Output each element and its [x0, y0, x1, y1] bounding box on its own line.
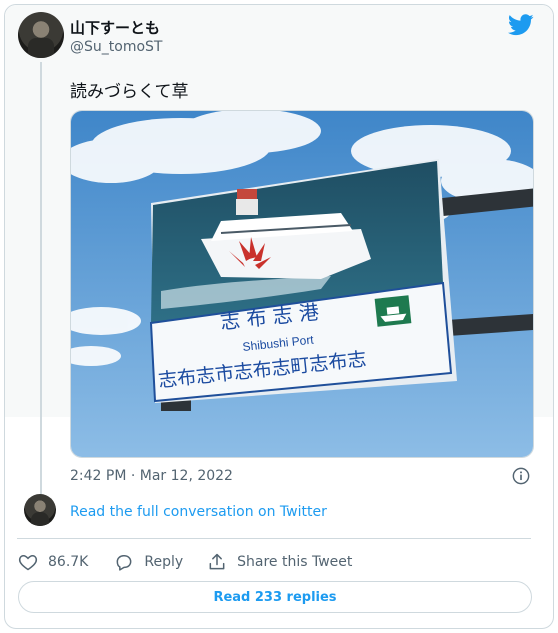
thread-connector-line	[40, 62, 42, 498]
share-upload-icon	[209, 553, 225, 570]
heart-icon	[18, 554, 38, 571]
author-display-name[interactable]: 山下すーとも	[70, 17, 160, 38]
like-button[interactable]: 86.7K	[18, 552, 88, 572]
reply-label: Reply	[144, 554, 184, 570]
like-count: 86.7K	[48, 554, 89, 570]
author-avatar[interactable]	[18, 12, 64, 58]
share-button[interactable]: Share this Tweet	[207, 552, 352, 572]
twitter-bird-icon[interactable]	[508, 14, 534, 36]
speech-bubble-icon	[116, 555, 132, 571]
reply-button[interactable]: Reply	[114, 552, 183, 572]
share-label: Share this Tweet	[237, 554, 353, 570]
tweet-timestamp[interactable]: 2:42 PM · Mar 12, 2022	[70, 468, 233, 484]
read-replies-button[interactable]: Read 233 replies	[18, 581, 532, 613]
author-avatar-small[interactable]	[24, 494, 56, 526]
tweet-actions: 86.7K Reply Share this Tweet	[18, 548, 352, 576]
author-handle[interactable]: @Su_tomoST	[70, 39, 162, 55]
read-full-conversation-link[interactable]: Read the full conversation on Twitter	[70, 504, 327, 520]
tweet-photo[interactable]: 志 布 志 港 Shibushi Port 志布志市志布志町志布志	[70, 110, 534, 458]
photo-scene: 志 布 志 港 Shibushi Port 志布志市志布志町志布志	[71, 111, 533, 457]
tweet-text: 読みづらくて草	[70, 82, 189, 102]
footer-divider	[17, 538, 531, 539]
info-icon[interactable]	[512, 467, 530, 485]
ferry-pictogram-icon	[374, 295, 412, 327]
